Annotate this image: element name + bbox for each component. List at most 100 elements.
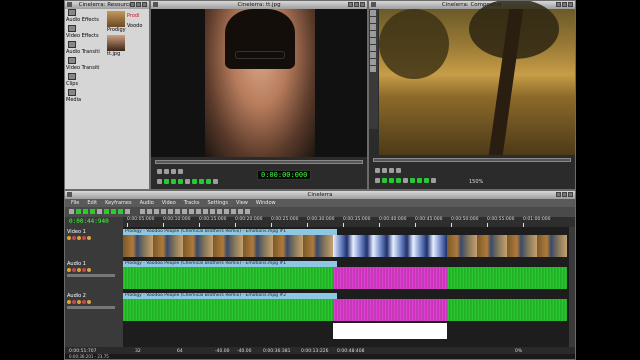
maximize-icon[interactable] [354, 2, 359, 7]
folder-audio-effects[interactable]: Audio Effects [65, 9, 105, 25]
crop-icon[interactable] [370, 45, 376, 51]
mute-icon[interactable] [87, 300, 91, 304]
end-icon[interactable] [213, 179, 218, 184]
menu-video[interactable]: Video [162, 199, 176, 207]
viewer-scrubber[interactable] [155, 160, 363, 164]
asset-voodoo[interactable]: Voodo [127, 23, 145, 29]
fader[interactable] [67, 306, 115, 309]
menu-keyframes[interactable]: Keyframes [105, 199, 132, 207]
patch-video-1[interactable]: Video 1 [67, 229, 121, 259]
patch-audio-1[interactable]: Audio 1 [67, 261, 121, 291]
out-point-icon[interactable] [161, 209, 166, 214]
audio-waveform[interactable] [123, 299, 333, 321]
arm-track-icon[interactable] [72, 268, 76, 272]
maximize-icon[interactable] [562, 192, 567, 197]
reverse-play-icon[interactable] [83, 209, 88, 214]
close-icon[interactable] [360, 2, 365, 7]
menu-edit[interactable]: Edit [87, 199, 97, 207]
close-icon[interactable] [142, 2, 147, 7]
arrow-tool-icon[interactable] [140, 209, 145, 214]
frame-forward-icon[interactable] [410, 178, 415, 183]
fader[interactable] [67, 274, 115, 277]
camera-icon[interactable] [370, 31, 376, 37]
compositor-scrubber[interactable] [373, 158, 571, 162]
fast-forward-icon[interactable] [206, 179, 211, 184]
close-icon[interactable] [568, 192, 573, 197]
window-menu-icon[interactable] [153, 2, 158, 7]
audio-waveform-selected[interactable] [333, 267, 447, 289]
fast-forward-icon[interactable] [424, 178, 429, 183]
arm-track-icon[interactable] [72, 300, 76, 304]
folder-audio-transitions[interactable]: Audio Transiti [65, 41, 105, 57]
program-titlebar[interactable]: Cinelerra [65, 191, 575, 199]
frame-forward-icon[interactable] [104, 209, 109, 214]
minimize-icon[interactable] [130, 2, 135, 7]
play-icon[interactable] [199, 179, 204, 184]
overwrite-icon[interactable] [175, 209, 180, 214]
reverse-play-icon[interactable] [389, 178, 394, 183]
draw-icon[interactable] [82, 300, 86, 304]
frame-back-icon[interactable] [396, 178, 401, 183]
next-label-icon[interactable] [231, 209, 236, 214]
ibeam-tool-icon[interactable] [147, 209, 152, 214]
info-icon[interactable] [370, 66, 376, 72]
mute-icon[interactable] [87, 268, 91, 272]
maximize-icon[interactable] [562, 2, 567, 7]
fast-reverse-icon[interactable] [382, 178, 387, 183]
frame-back-icon[interactable] [90, 209, 95, 214]
paste-icon[interactable] [210, 209, 215, 214]
gang-icon[interactable] [77, 236, 81, 240]
audio-waveform-selected[interactable] [333, 299, 447, 321]
projector-icon[interactable] [370, 38, 376, 44]
viewer-canvas[interactable] [151, 9, 367, 159]
end-icon[interactable] [431, 178, 436, 183]
copy-icon[interactable] [203, 209, 208, 214]
audio-waveform[interactable] [447, 299, 567, 321]
protect-icon[interactable] [370, 10, 376, 16]
fast-forward-icon[interactable] [118, 209, 123, 214]
compositor-zoom[interactable]: 150% [469, 179, 483, 185]
draw-icon[interactable] [82, 236, 86, 240]
frame-forward-icon[interactable] [192, 179, 197, 184]
minimize-icon[interactable] [556, 192, 561, 197]
minimize-icon[interactable] [348, 2, 353, 7]
rewind-icon[interactable] [69, 209, 74, 214]
fast-reverse-icon[interactable] [76, 209, 81, 214]
menu-file[interactable]: File [71, 199, 79, 207]
rewind-icon[interactable] [375, 178, 380, 183]
menu-audio[interactable]: Audio [140, 199, 154, 207]
play-icon[interactable] [111, 209, 116, 214]
in-point-icon[interactable] [154, 209, 159, 214]
overwrite-icon[interactable] [178, 169, 183, 174]
video-clip[interactable] [447, 235, 567, 257]
window-menu-icon[interactable] [371, 2, 376, 7]
undo-icon[interactable] [238, 209, 243, 214]
prev-label-icon[interactable] [389, 168, 394, 173]
rewind-icon[interactable] [375, 168, 380, 173]
stop-icon[interactable] [97, 209, 102, 214]
gang-icon[interactable] [77, 268, 81, 272]
folder-clips[interactable]: Clips [65, 73, 105, 89]
splice-icon[interactable] [171, 169, 176, 174]
play-track-icon[interactable] [67, 300, 71, 304]
window-menu-icon[interactable] [67, 192, 72, 197]
extract-icon[interactable] [189, 209, 194, 214]
stop-icon[interactable] [185, 179, 190, 184]
audio-waveform[interactable] [123, 267, 333, 289]
frame-back-icon[interactable] [178, 179, 183, 184]
close-icon[interactable] [568, 2, 573, 7]
end-icon[interactable] [125, 209, 130, 214]
rewind-icon[interactable] [157, 179, 162, 184]
lift-icon[interactable] [182, 209, 187, 214]
folder-video-effects[interactable]: Video Effects [65, 25, 105, 41]
play-track-icon[interactable] [67, 236, 71, 240]
compositor-canvas[interactable] [379, 1, 575, 155]
in-point-icon[interactable] [157, 169, 162, 174]
arm-track-icon[interactable] [72, 236, 76, 240]
play-track-icon[interactable] [67, 268, 71, 272]
reverse-play-icon[interactable] [171, 179, 176, 184]
next-label-icon[interactable] [396, 168, 401, 173]
prev-label-icon[interactable] [224, 209, 229, 214]
label-icon[interactable] [382, 168, 387, 173]
menu-window[interactable]: Window [256, 199, 276, 207]
